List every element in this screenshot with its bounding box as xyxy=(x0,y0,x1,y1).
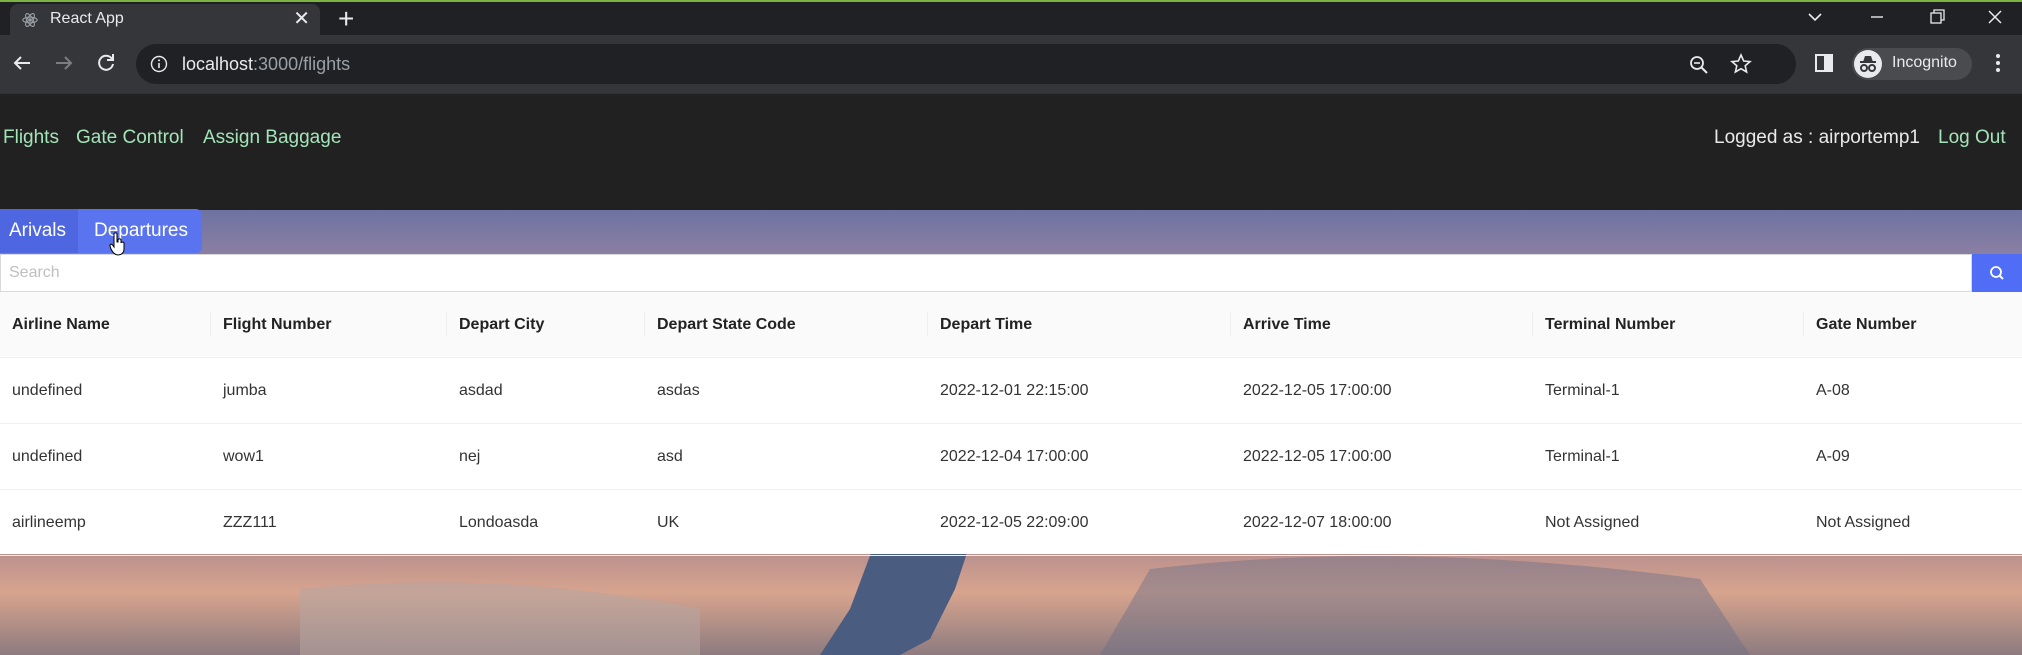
table-cell: 2022-12-07 18:00:00 xyxy=(1231,489,1533,556)
table-cell: Londoasda xyxy=(447,489,645,556)
back-icon[interactable] xyxy=(8,49,36,77)
search-bar xyxy=(0,254,2022,292)
address-bar[interactable]: localhost:3000/flights xyxy=(136,44,1796,84)
column-header-flight-number: Flight Number xyxy=(211,292,447,358)
browser-tabstrip: React App ✕ + xyxy=(0,0,2022,37)
table-cell: nej xyxy=(447,423,645,490)
search-button[interactable] xyxy=(1972,254,2022,292)
column-header-terminal-number: Terminal Number xyxy=(1533,292,1804,358)
search-input[interactable] xyxy=(0,254,1972,292)
zoom-icon[interactable] xyxy=(1688,54,1710,76)
tab-title: React App xyxy=(50,10,124,27)
table-cell: asdas xyxy=(645,357,928,424)
table-row[interactable]: undefined wow1 nej asd 2022-12-04 17:00:… xyxy=(0,423,2022,490)
table-cell: 2022-12-01 22:15:00 xyxy=(928,357,1231,424)
search-icon xyxy=(1990,266,2004,280)
table-cell: UK xyxy=(645,489,928,556)
table-cell: 2022-12-05 17:00:00 xyxy=(1231,423,1533,490)
tab-arrivals[interactable]: Arivals xyxy=(0,209,78,253)
nav-link-flights[interactable]: Flights xyxy=(3,127,59,149)
browser-menu-icon[interactable] xyxy=(1994,51,2002,75)
restore-icon[interactable] xyxy=(1926,6,1948,28)
table-cell: airlineemp xyxy=(0,489,211,556)
column-header-airline-name: Airline Name xyxy=(0,292,211,358)
browser-toolbar: localhost:3000/flights Incognito xyxy=(0,35,2022,93)
page: Flights Gate Control Assign Baggage Logg… xyxy=(0,93,2022,655)
table-cell: 2022-12-04 17:00:00 xyxy=(928,423,1231,490)
table-cell: Terminal-1 xyxy=(1533,357,1804,424)
incognito-label: Incognito xyxy=(1892,54,1957,71)
top-navbar: Flights Gate Control Assign Baggage Logg… xyxy=(0,93,2022,210)
column-header-depart-city: Depart City xyxy=(447,292,645,358)
logged-as-text: Logged as : airportemp1 xyxy=(1714,127,1920,148)
hand-pointer-cursor-icon xyxy=(109,232,125,256)
tab-departures[interactable]: Departures xyxy=(78,209,202,253)
site-info-icon[interactable] xyxy=(150,55,168,73)
table-cell: jumba xyxy=(211,357,447,424)
bookmark-star-icon[interactable] xyxy=(1730,53,1752,75)
table-cell: A-08 xyxy=(1804,357,2022,424)
minimize-icon[interactable] xyxy=(1866,6,1888,28)
table-cell: asdad xyxy=(447,357,645,424)
forward-icon[interactable] xyxy=(50,49,78,77)
column-header-gate-number: Gate Number xyxy=(1804,292,2022,358)
table-header-row: Airline Name Flight Number Depart City D… xyxy=(0,292,2022,358)
nav-link-assign-baggage[interactable]: Assign Baggage xyxy=(203,127,341,149)
tab-close-icon[interactable]: ✕ xyxy=(293,8,310,30)
table-cell: ZZZ111 xyxy=(211,489,447,556)
url-text: localhost:3000/flights xyxy=(182,54,351,74)
close-window-icon[interactable] xyxy=(1984,6,2006,28)
side-panel-icon[interactable] xyxy=(1814,53,1834,73)
table-cell: Not Assigned xyxy=(1533,489,1804,556)
column-header-depart-state-code: Depart State Code xyxy=(645,292,928,358)
table-row[interactable]: undefined jumba asdad asdas 2022-12-01 2… xyxy=(0,357,2022,424)
table-cell: 2022-12-05 22:09:00 xyxy=(928,489,1231,556)
browser-tab[interactable]: React App ✕ xyxy=(10,4,320,37)
tab-search-icon[interactable] xyxy=(1804,6,1826,28)
table-cell: asd xyxy=(645,423,928,490)
table-cell: wow1 xyxy=(211,423,447,490)
table-cell: Not Assigned xyxy=(1804,489,2022,556)
column-header-depart-time: Depart Time xyxy=(928,292,1231,358)
column-header-arrive-time: Arrive Time xyxy=(1231,292,1533,358)
table-cell: undefined xyxy=(0,423,211,490)
flights-table: Airline Name Flight Number Depart City D… xyxy=(0,292,2022,556)
table-cell: A-09 xyxy=(1804,423,2022,490)
table-row[interactable]: airlineemp ZZZ111 Londoasda UK 2022-12-0… xyxy=(0,489,2022,556)
incognito-profile-button[interactable]: Incognito xyxy=(1852,48,1972,80)
nav-link-gate-control[interactable]: Gate Control xyxy=(76,127,184,149)
logout-link[interactable]: Log Out xyxy=(1938,127,2006,149)
reload-icon[interactable] xyxy=(92,49,120,77)
react-logo-icon xyxy=(22,13,38,27)
table-cell: Terminal-1 xyxy=(1533,423,1804,490)
table-cell: undefined xyxy=(0,357,211,424)
table-cell: 2022-12-05 17:00:00 xyxy=(1231,357,1533,424)
new-tab-icon[interactable]: + xyxy=(338,5,354,33)
incognito-icon xyxy=(1854,50,1882,78)
